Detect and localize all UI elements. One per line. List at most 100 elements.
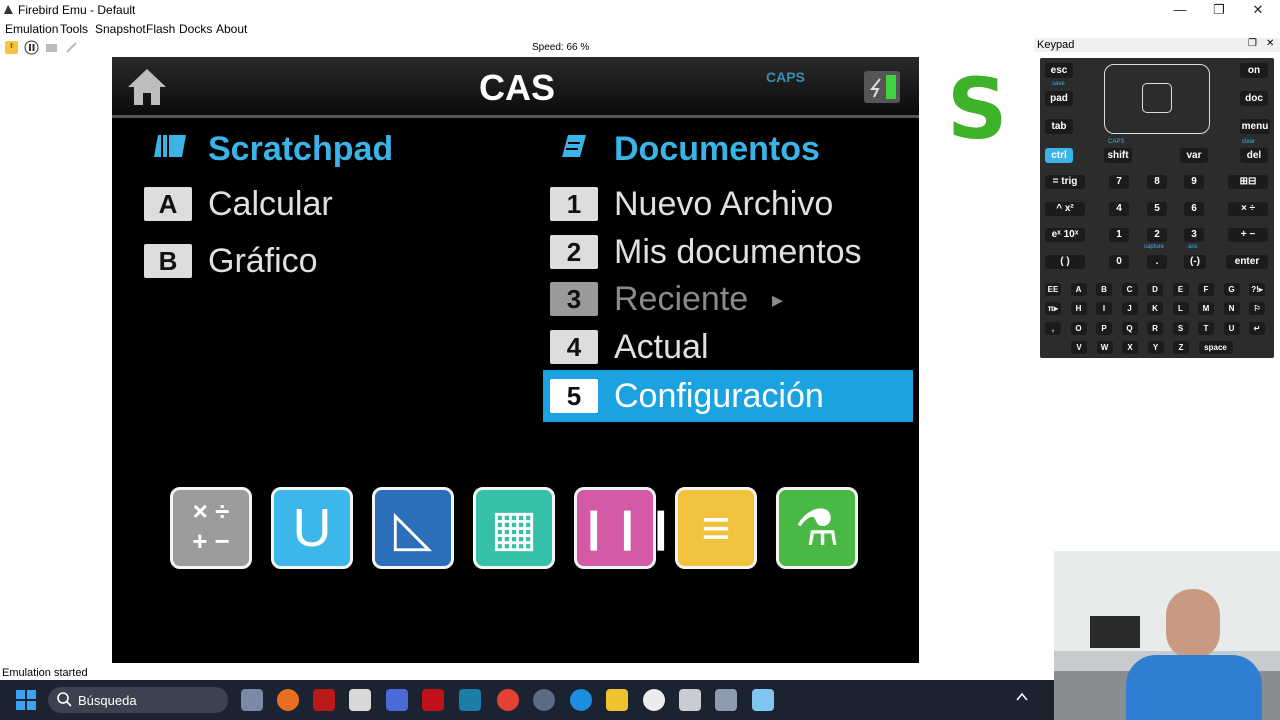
alpha-key[interactable]: ↵: [1249, 322, 1265, 335]
key-enter[interactable]: enter: [1226, 255, 1268, 269]
key-9[interactable]: 9: [1184, 175, 1204, 189]
alpha-key[interactable]: Z: [1173, 341, 1189, 354]
network-tool-icon[interactable]: [386, 689, 408, 711]
notes-app-taskbar-icon[interactable]: [349, 689, 371, 711]
reciente-item[interactable]: Reciente: [614, 280, 748, 319]
key-shift[interactable]: shift: [1104, 148, 1132, 163]
alpha-key[interactable]: S: [1172, 322, 1189, 335]
menu-emulation[interactable]: Emulation: [5, 22, 58, 36]
task-view-icon[interactable]: [241, 689, 263, 711]
calcular-label[interactable]: Calcular: [208, 185, 333, 224]
key-esc[interactable]: esc: [1045, 63, 1073, 78]
filezilla-icon[interactable]: [313, 689, 335, 711]
alpha-key[interactable]: B: [1096, 283, 1112, 296]
key-var[interactable]: var: [1180, 148, 1208, 163]
float-dock-button[interactable]: ❐: [1248, 38, 1257, 49]
calculator-taskbar-icon[interactable]: [679, 689, 701, 711]
key-doc[interactable]: doc: [1240, 91, 1268, 106]
alpha-key[interactable]: L: [1172, 302, 1189, 315]
key-1[interactable]: 1: [1109, 228, 1129, 242]
book-app-icon[interactable]: [459, 689, 481, 711]
key-ctrl[interactable]: ctrl: [1045, 148, 1073, 163]
alpha-key[interactable]: X: [1122, 341, 1138, 354]
menu-tools[interactable]: Tools: [60, 22, 88, 36]
alpha-key[interactable]: ,: [1045, 322, 1061, 335]
data-statistics-app-icon[interactable]: ❙❙❙: [574, 487, 678, 569]
touchpad-center[interactable]: [1142, 83, 1172, 113]
graphs-app-icon[interactable]: U: [271, 487, 353, 569]
alpha-key[interactable]: E: [1172, 283, 1189, 296]
alpha-key[interactable]: Q: [1121, 322, 1138, 335]
alpha-key[interactable]: D: [1147, 283, 1163, 296]
alpha-key[interactable]: I: [1096, 302, 1112, 315]
alpha-key[interactable]: H: [1070, 302, 1087, 315]
alpha-key[interactable]: V: [1071, 341, 1087, 354]
key-8[interactable]: 8: [1147, 175, 1167, 189]
chevron-up-icon[interactable]: [1016, 690, 1028, 706]
alpha-key[interactable]: O: [1070, 322, 1087, 335]
key-trig[interactable]: = trig: [1045, 175, 1085, 189]
alpha-key[interactable]: U: [1223, 322, 1240, 335]
menu-snapshot[interactable]: Snapshot: [95, 22, 146, 36]
pause-icon[interactable]: [24, 40, 39, 55]
key-del[interactable]: del: [1240, 148, 1268, 163]
menu-about[interactable]: About: [216, 22, 247, 36]
snipping-tool-icon[interactable]: [715, 689, 737, 711]
key-menu[interactable]: menu: [1240, 119, 1270, 134]
alpha-key[interactable]: J: [1121, 302, 1138, 315]
alpha-key[interactable]: ?!▸: [1249, 283, 1265, 296]
key-tab[interactable]: tab: [1045, 119, 1073, 134]
edge-icon[interactable]: [570, 689, 592, 711]
key-7[interactable]: 7: [1109, 175, 1129, 189]
screenshot-icon[interactable]: [44, 40, 59, 55]
menu-item-grafico[interactable]: B: [144, 244, 192, 278]
minimize-button[interactable]: —: [1160, 0, 1200, 20]
menu-flash[interactable]: Flash: [146, 22, 175, 36]
alpha-key[interactable]: F: [1198, 283, 1214, 296]
key-pad[interactable]: pad: [1045, 91, 1073, 106]
taskbar-search[interactable]: Búsqueda: [48, 687, 228, 713]
alpha-key[interactable]: R: [1147, 322, 1163, 335]
alpha-key[interactable]: EE: [1045, 283, 1061, 296]
key-3[interactable]: 3: [1184, 228, 1204, 242]
configuracion-item[interactable]: Configuración: [614, 377, 824, 416]
key-6[interactable]: 6: [1184, 202, 1204, 216]
menu-docks[interactable]: Docks: [179, 22, 212, 36]
key-decimal[interactable]: .: [1147, 255, 1167, 269]
key-parens[interactable]: ( ): [1045, 255, 1085, 269]
windows-start-icon[interactable]: [16, 690, 36, 713]
alpha-key[interactable]: M: [1198, 302, 1214, 315]
calculator-app-icon[interactable]: × ÷ + −: [170, 487, 252, 569]
netflix-icon[interactable]: [422, 689, 444, 711]
alpha-key[interactable]: G: [1223, 283, 1240, 296]
menu-item-calcular[interactable]: A: [144, 187, 192, 221]
actual-item[interactable]: Actual: [614, 328, 709, 367]
mis-documentos-item[interactable]: Mis documentos: [614, 233, 862, 272]
chrome-icon[interactable]: [497, 689, 519, 711]
alpha-key[interactable]: K: [1147, 302, 1163, 315]
grafico-label[interactable]: Gráfico: [208, 242, 318, 281]
key-multiply-divide[interactable]: × ÷: [1228, 202, 1268, 216]
nuevo-archivo-item[interactable]: Nuevo Archivo: [614, 185, 833, 224]
key-power-square[interactable]: ^ x²: [1045, 202, 1085, 216]
vpn-icon[interactable]: [533, 689, 555, 711]
lists-spreadsheet-app-icon[interactable]: ▦: [473, 487, 555, 569]
record-icon[interactable]: [64, 40, 79, 55]
geometry-app-icon[interactable]: ◺: [372, 487, 454, 569]
key-4[interactable]: 4: [1109, 202, 1129, 216]
key-plus-minus[interactable]: + −: [1228, 228, 1268, 242]
vernier-dataquest-app-icon[interactable]: ⚗: [776, 487, 858, 569]
key-2[interactable]: 2: [1147, 228, 1167, 242]
key-negative[interactable]: (-): [1184, 255, 1206, 269]
alpha-key[interactable]: space: [1198, 341, 1233, 354]
key-5[interactable]: 5: [1147, 202, 1167, 216]
file-explorer-icon[interactable]: [606, 689, 628, 711]
alpha-key[interactable]: π▸: [1045, 302, 1061, 315]
notes-app-icon[interactable]: ≡: [675, 487, 757, 569]
alpha-key[interactable]: ⚐: [1249, 302, 1265, 315]
key-on[interactable]: on: [1240, 63, 1268, 78]
key-0[interactable]: 0: [1109, 255, 1129, 269]
key-exp-ten[interactable]: eˣ 10ˣ: [1045, 228, 1085, 242]
alpha-key[interactable]: A: [1070, 283, 1087, 296]
alpha-key[interactable]: Y: [1147, 341, 1164, 354]
